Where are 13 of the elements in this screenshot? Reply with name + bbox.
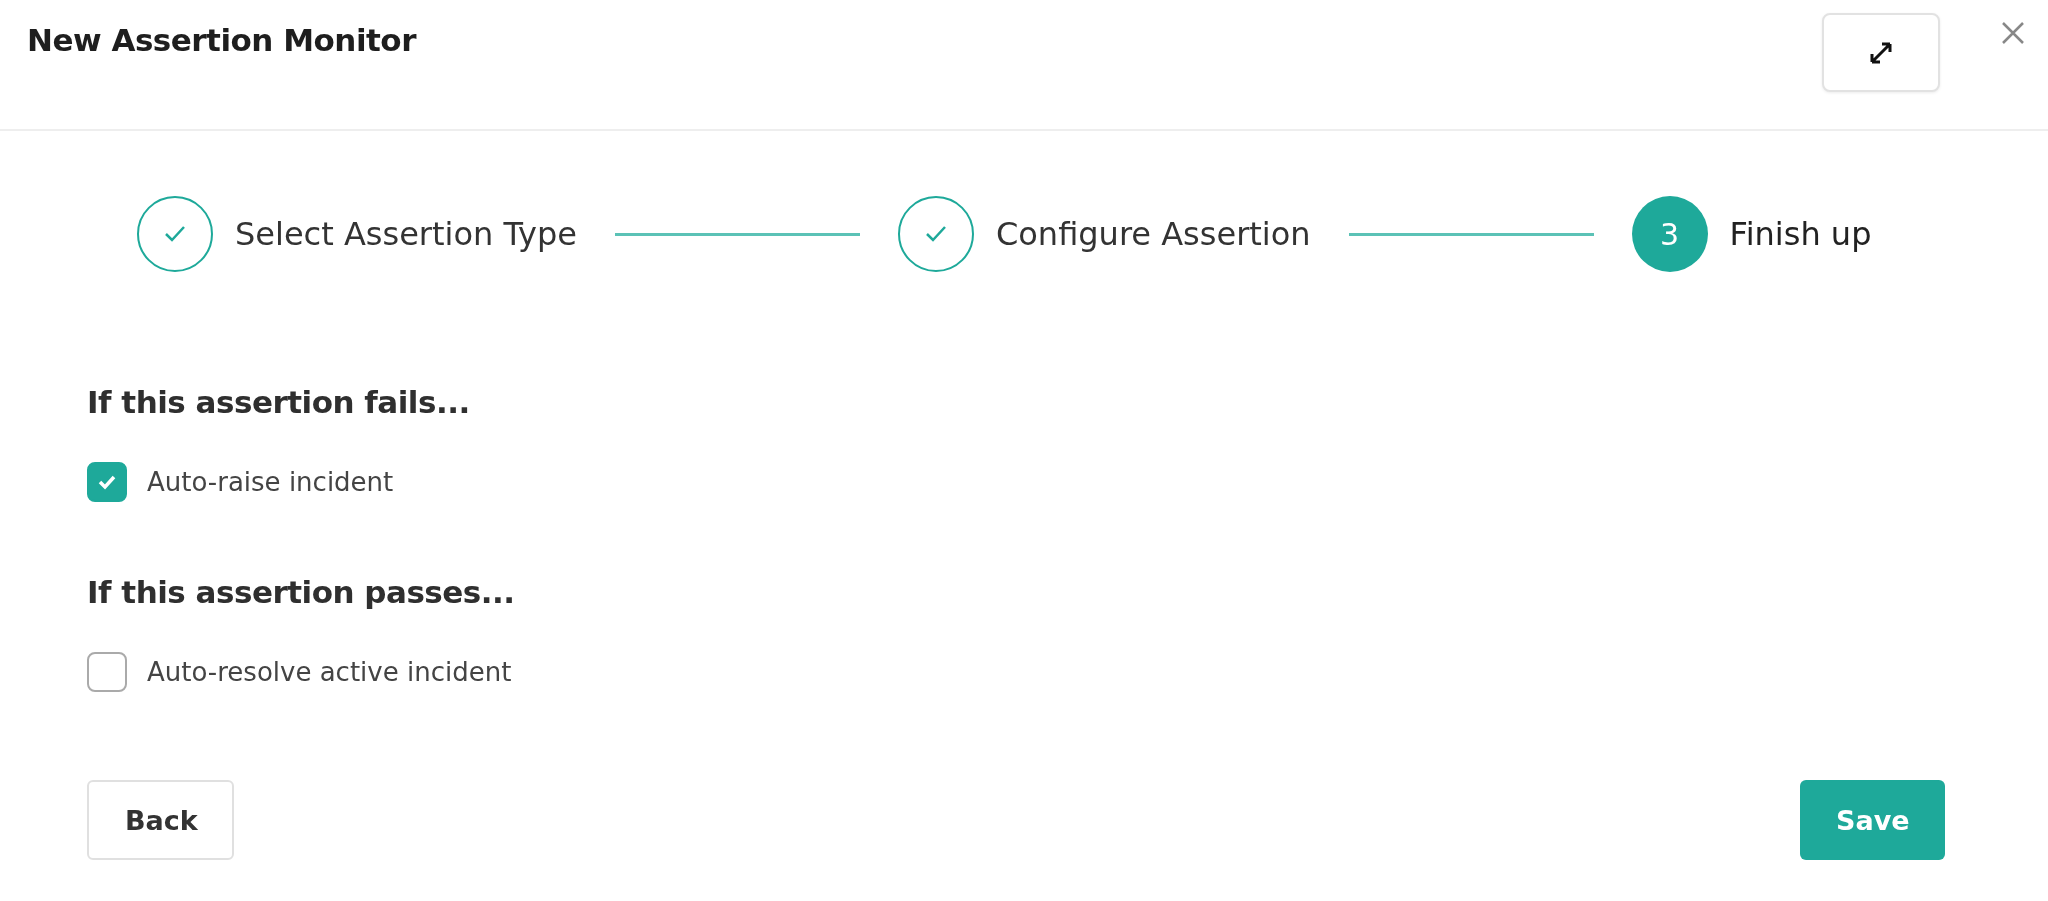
close-icon[interactable]	[2000, 19, 2026, 46]
checkbox-label: Auto-raise incident	[147, 467, 394, 497]
checkbox[interactable]	[87, 652, 127, 692]
step-number: 3	[1631, 196, 1708, 272]
dialog-title: New Assertion Monitor	[27, 22, 416, 58]
section-heading: If this assertion fails...	[87, 384, 471, 420]
checkbox-label: Auto-resolve active incident	[147, 657, 512, 687]
checkbox[interactable]	[87, 462, 127, 502]
step-label: Configure Assertion	[995, 215, 1311, 253]
step-label: Select Assertion Type	[235, 215, 577, 253]
back-button[interactable]: Back	[87, 780, 234, 860]
section-heading: If this assertion passes...	[87, 574, 516, 610]
step-label: Finish up	[1729, 215, 1872, 253]
